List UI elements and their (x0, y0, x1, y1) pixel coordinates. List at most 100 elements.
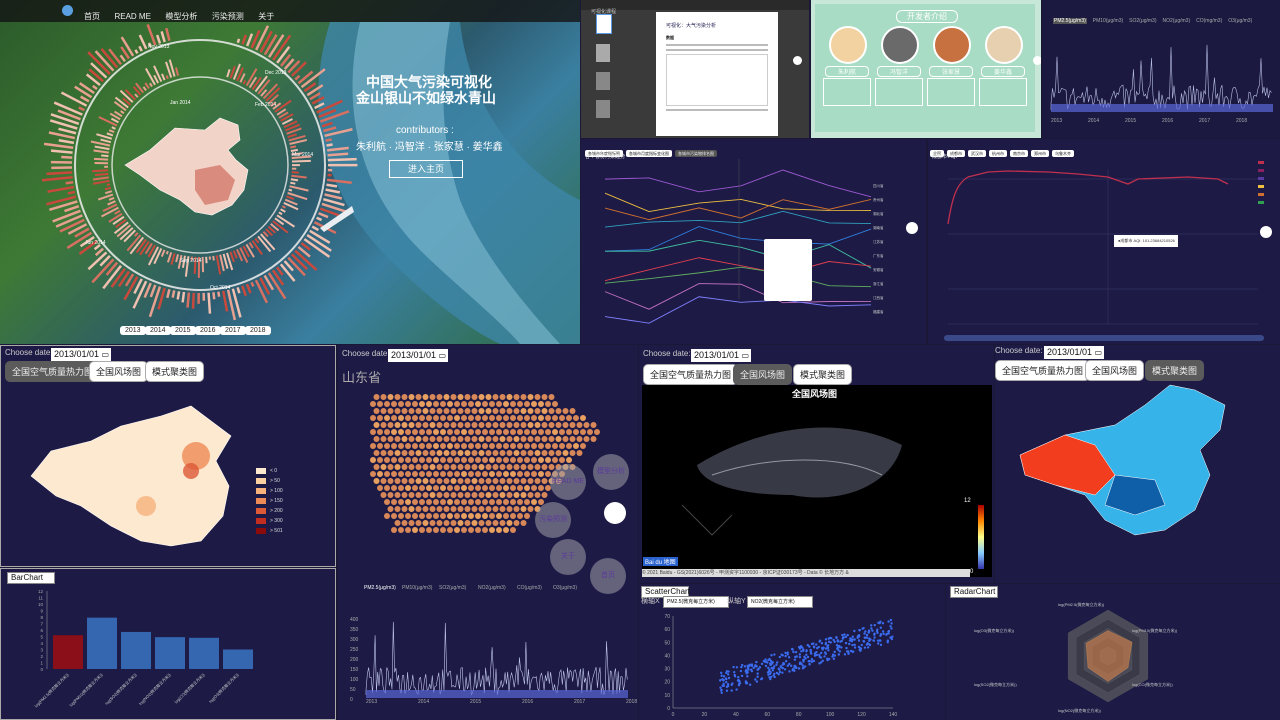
city-dot (429, 520, 436, 526)
enter-button[interactable]: 进入主页 (389, 160, 463, 178)
legend-item[interactable]: > 501 (256, 526, 283, 536)
ring-bar (250, 281, 255, 288)
scatter-point (805, 653, 808, 657)
legend-item[interactable]: O3(μg/m3) (553, 585, 577, 591)
city-dot (520, 492, 527, 498)
legend-swatch[interactable] (1258, 185, 1264, 188)
city-dot (422, 408, 429, 414)
ring-bar (155, 34, 162, 44)
scatter-point (849, 649, 853, 653)
city-dot (506, 422, 513, 428)
province-lines-panel: 各城市年度指标图 各城市月度指标变化图 各城市污染物排名图 各个省份污染趋势 四川省… (581, 139, 926, 344)
city-dot (478, 394, 485, 400)
ring-bar (326, 143, 333, 147)
scatter-point (788, 670, 791, 673)
legend-item[interactable]: CO(μg/m3) (517, 585, 542, 591)
city-dot (506, 436, 513, 442)
city-dot (391, 415, 397, 421)
year-tick: 2017 (574, 699, 586, 705)
nav-circle-button-4[interactable]: 首页 (590, 558, 626, 594)
y-tick: 0 (667, 706, 670, 712)
scroll-dot[interactable] (906, 222, 918, 234)
y-tick: 150 (350, 667, 359, 673)
legend-item[interactable]: > 50 (256, 476, 283, 486)
city-dot (471, 464, 478, 470)
ring-label: Jan 2014 (170, 100, 191, 106)
legend-swatch (256, 488, 266, 494)
scroll-dot[interactable] (1033, 56, 1041, 65)
cluster-map (1019, 384, 1226, 536)
date-input[interactable]: 2013/01/01 (691, 349, 751, 362)
year-button-2018[interactable]: 2018 (245, 326, 271, 335)
legend-item[interactable]: > 200 (256, 506, 283, 516)
nav-circle-button-1[interactable]: READ ME (550, 464, 586, 500)
legend-item[interactable]: PM2.5(μg/m3) (364, 585, 396, 591)
legend-swatch[interactable] (1258, 193, 1264, 196)
city-dot (590, 422, 597, 428)
city-dot (506, 450, 513, 456)
city-dot (478, 506, 485, 512)
city-dot (426, 513, 432, 519)
city-dot (450, 436, 457, 442)
scroll-dot[interactable] (604, 502, 626, 524)
city-dot (548, 408, 555, 414)
legend-item[interactable]: > 300 (256, 516, 283, 526)
city-dot (429, 422, 436, 428)
scatter-point (746, 675, 749, 678)
city-dot (408, 408, 415, 414)
ring-bar (91, 169, 109, 173)
scatter-point (876, 631, 879, 635)
year-button-2015[interactable]: 2015 (170, 326, 196, 335)
scroll-dot[interactable] (1260, 226, 1272, 238)
map-mode-button-0[interactable]: 全国空气质量热力图 (643, 364, 739, 385)
year-button-2017[interactable]: 2017 (220, 326, 246, 335)
city-dot (506, 492, 513, 498)
year-tick: 2016 (522, 699, 534, 705)
city-dot (524, 401, 530, 407)
scatter-point (887, 630, 890, 633)
nav-circle-button-0[interactable]: 模型分析 (593, 454, 629, 490)
year-button-2014[interactable]: 2014 (145, 326, 171, 335)
city-dot (482, 513, 488, 519)
city-dot (415, 422, 422, 428)
city-dot (443, 492, 450, 498)
ring-bar (52, 209, 81, 223)
city-dot (426, 527, 432, 533)
legend-swatch[interactable] (1258, 161, 1264, 164)
legend-item[interactable]: > 150 (256, 496, 283, 506)
nav-circle-button-2[interactable]: 污染预测 (535, 502, 571, 538)
scatter-point (801, 646, 804, 649)
legend-item[interactable]: < 0 (256, 466, 283, 476)
scatter-point (815, 643, 818, 646)
scatter-point (862, 640, 866, 643)
legend-swatch[interactable] (1258, 201, 1264, 204)
member-name: 姜华鑫 (981, 66, 1025, 77)
city-dot (433, 527, 439, 533)
doc-thumbnails (596, 14, 614, 124)
year-button-2016[interactable]: 2016 (195, 326, 221, 335)
city-dot (394, 408, 401, 414)
legend-item[interactable]: > 100 (256, 486, 283, 496)
member-name: 朱利航 (825, 66, 869, 77)
city-dot (415, 464, 422, 470)
ring-bar (300, 242, 311, 251)
ring-bar (290, 148, 298, 152)
map-mode-button-2[interactable]: 模式聚类图 (793, 364, 853, 385)
nav-circle-button-3[interactable]: 关于 (550, 539, 586, 575)
x-tick: log(CO(微克每立方米)) (173, 671, 206, 704)
legend-item[interactable]: NO2(μg/m3) (478, 585, 506, 591)
year-button-2013[interactable]: 2013 (120, 326, 146, 335)
city-dot (506, 478, 513, 484)
x-tick: 40 (733, 712, 739, 718)
city-dot (566, 429, 572, 435)
legend-item[interactable]: SO2(μg/m3) (439, 585, 466, 591)
legend-text: > 300 (270, 518, 283, 524)
city-dot (489, 415, 495, 421)
legend-swatch[interactable] (1258, 177, 1264, 180)
avatar (985, 26, 1023, 64)
legend-item[interactable]: PM10(μg/m3) (402, 585, 432, 591)
map-mode-button-1[interactable]: 全国风场图 (733, 364, 793, 385)
legend-swatch[interactable] (1258, 169, 1264, 172)
city-dot (380, 408, 387, 414)
scroll-dot[interactable] (793, 56, 802, 65)
